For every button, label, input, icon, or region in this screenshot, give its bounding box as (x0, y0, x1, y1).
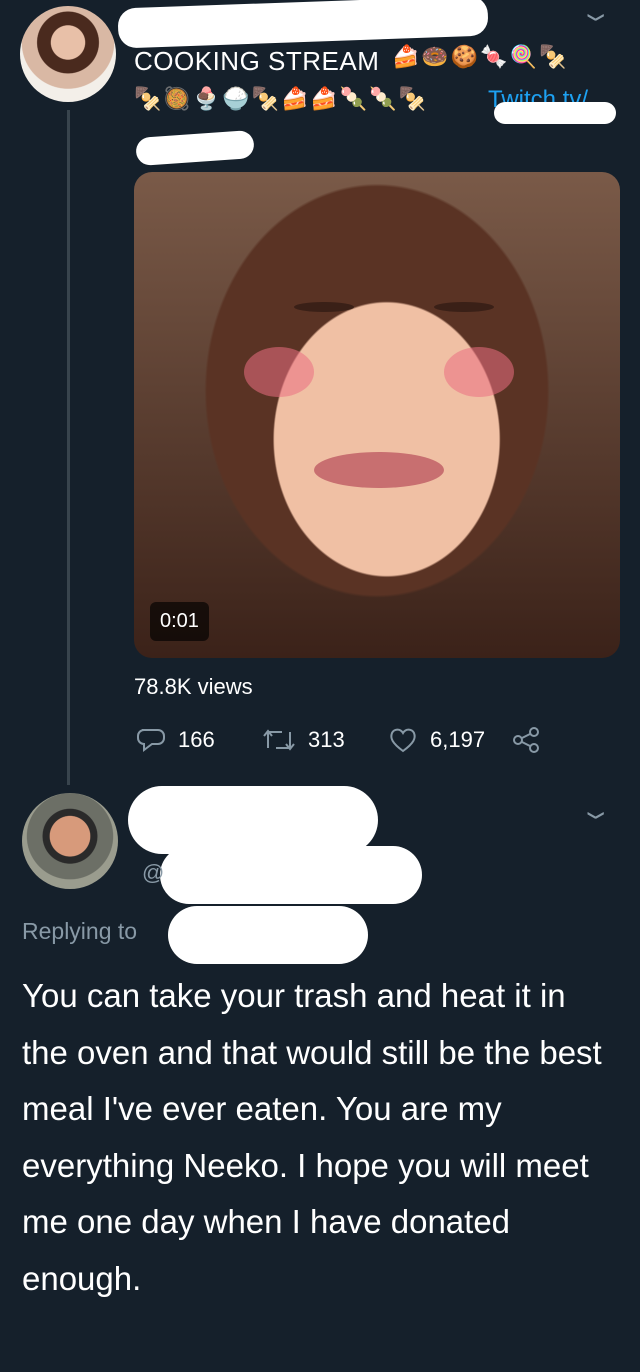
like-button[interactable]: 6,197 (388, 726, 485, 754)
reply-button[interactable]: 166 (136, 726, 215, 754)
like-icon (390, 728, 416, 753)
video-frame (294, 302, 354, 312)
emoji-decoration: 🍰🍩🍪🍬🍭🍢 (392, 44, 569, 69)
reply-text: You can take your trash and heat it in t… (22, 977, 602, 1297)
video-frame (244, 347, 314, 397)
retweet-icon (263, 729, 295, 751)
reply-icon (137, 729, 165, 752)
redacted-handle (160, 846, 422, 904)
handle-prefix: @ (142, 860, 165, 885)
video-frame (444, 347, 514, 397)
thread-line (67, 110, 70, 785)
chevron-down-icon[interactable]: › (574, 811, 623, 820)
video-frame (434, 302, 494, 312)
view-count: 78.8K views (134, 674, 253, 699)
redacted-text (135, 129, 255, 167)
redacted-mention (168, 906, 368, 964)
avatar[interactable] (22, 793, 118, 889)
redacted-name (117, 0, 489, 49)
share-button[interactable] (512, 726, 542, 754)
emoji-decoration: 🍢🥘🍨🍚🍢🍰🍰🍡🍡🍢 (134, 86, 428, 111)
replying-to-label: Replying to (22, 918, 138, 944)
chevron-down-icon[interactable]: › (574, 13, 623, 22)
video-player[interactable]: 0:01 (134, 172, 620, 658)
like-count: 6,197 (430, 727, 486, 752)
avatar[interactable] (20, 6, 116, 102)
video-timestamp: 0:01 (150, 602, 209, 641)
retweet-button[interactable]: 313 (262, 726, 345, 754)
redacted-link (494, 102, 616, 124)
video-frame (314, 452, 444, 488)
reply-count: 166 (178, 727, 215, 752)
redacted-name (128, 786, 378, 854)
retweet-count: 313 (308, 727, 345, 752)
share-icon (513, 727, 539, 753)
display-name: COOKING STREAM (134, 46, 380, 76)
